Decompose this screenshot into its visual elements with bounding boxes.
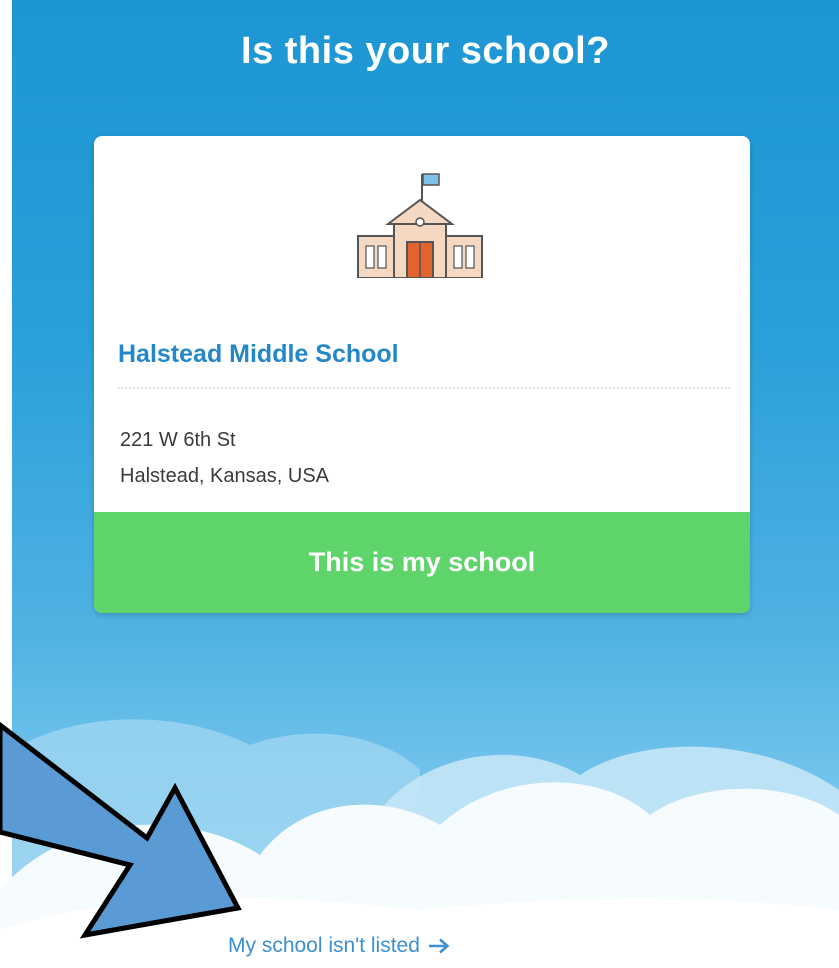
- school-card: Halstead Middle School 221 W 6th St Hals…: [94, 136, 750, 613]
- this-is-my-school-button[interactable]: This is my school: [94, 512, 750, 613]
- school-name: Halstead Middle School: [118, 340, 399, 368]
- school-confirm-screen: Is this your school? Halstead Middle Sch…: [0, 0, 839, 968]
- card-divider: [118, 387, 730, 389]
- address-line-2: Halstead, Kansas, USA: [120, 465, 329, 487]
- school-not-listed-link[interactable]: My school isn't listed: [228, 934, 450, 958]
- page-title: Is this your school?: [241, 30, 610, 72]
- address-line-1: 221 W 6th St: [120, 429, 236, 451]
- school-address: 221 W 6th St Halstead, Kansas, USA: [120, 422, 329, 494]
- arrow-right-icon: [428, 938, 450, 954]
- not-listed-label: My school isn't listed: [228, 934, 420, 957]
- clouds-decoration: [0, 719, 839, 968]
- school-building-icon: [357, 173, 483, 278]
